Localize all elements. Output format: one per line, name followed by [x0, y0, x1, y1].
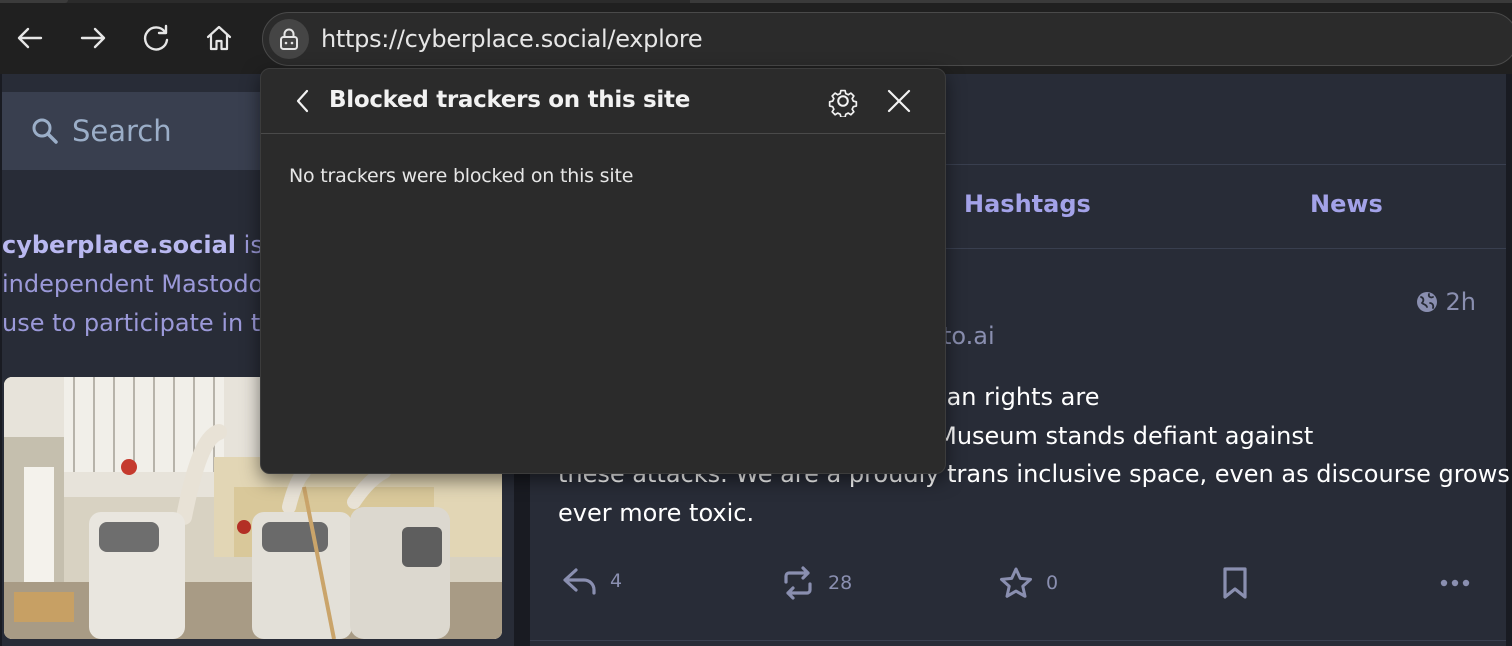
lock-icon [280, 28, 298, 50]
reply-icon [563, 568, 596, 595]
favourite-count: 0 [1046, 572, 1059, 594]
address-bar[interactable]: https://cyberplace.social/explore [262, 12, 1512, 66]
forward-icon [80, 27, 106, 49]
tab-strip-edge [0, 0, 1512, 3]
tab-hashtags[interactable]: Hashtags [964, 190, 1091, 218]
about-line-2: independent Mastodo [2, 270, 264, 298]
bookmark-button[interactable] [1220, 566, 1250, 600]
site-info-button[interactable] [269, 19, 309, 59]
post-time-text: 2h [1445, 288, 1476, 316]
bookmark-icon [1223, 567, 1247, 599]
home-button[interactable] [201, 20, 237, 56]
search-placeholder: Search [72, 114, 172, 148]
forward-button[interactable] [75, 20, 111, 56]
blocked-trackers-popup: Blocked trackers on this site No tracker… [260, 68, 946, 474]
boost-icon [784, 566, 812, 600]
globe-icon [1416, 292, 1437, 312]
popup-header: Blocked trackers on this site [261, 69, 945, 134]
search-icon [32, 118, 58, 144]
boost-button[interactable]: 28 [780, 566, 852, 600]
refresh-icon [143, 24, 169, 51]
popup-title: Blocked trackers on this site [329, 87, 691, 113]
tab-strip-fill [690, 0, 1512, 3]
back-icon [17, 27, 43, 49]
active-tab-edge[interactable] [0, 0, 68, 3]
home-icon [206, 25, 232, 51]
reply-button[interactable]: 4 [562, 566, 622, 596]
favourite-button[interactable]: 0 [998, 566, 1058, 600]
reply-count: 4 [610, 570, 623, 592]
more-button[interactable] [1438, 566, 1472, 600]
star-icon [1000, 567, 1032, 598]
chevron-left-icon[interactable] [291, 87, 315, 115]
tab-news[interactable]: News [1310, 190, 1383, 218]
boost-count: 28 [828, 572, 853, 594]
author-handle[interactable]: to.ai [942, 322, 995, 350]
url-text[interactable]: https://cyberplace.social/explore [321, 25, 703, 53]
refresh-button[interactable] [138, 20, 174, 56]
browser-toolbar: https://cyberplace.social/explore [0, 0, 1512, 76]
about-line-3: use to participate in th [2, 309, 276, 337]
back-button[interactable] [12, 20, 48, 56]
no-trackers-message: No trackers were blocked on this site [289, 165, 634, 187]
close-icon[interactable] [885, 87, 913, 115]
post-timestamp[interactable]: 2h [1416, 288, 1476, 316]
post-actions: 4 28 0 [530, 566, 1506, 606]
site-name[interactable]: cyberplace.social [2, 231, 236, 259]
more-icon [1440, 579, 1470, 587]
gear-icon[interactable] [827, 85, 859, 117]
